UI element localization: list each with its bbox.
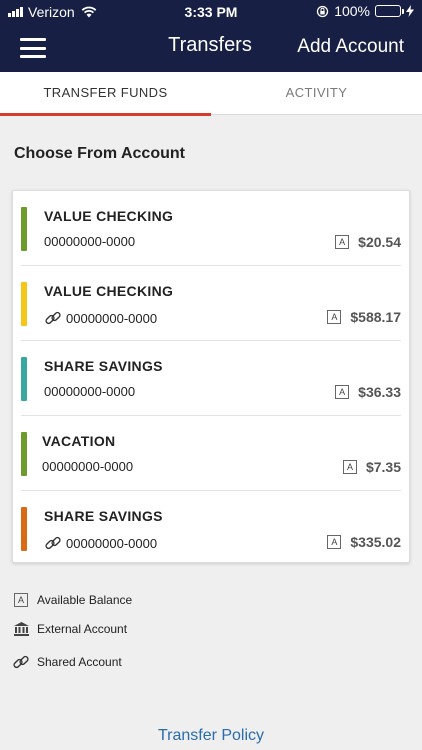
tab-transfer-funds[interactable]: TRANSFER FUNDS: [0, 72, 211, 116]
legend-available: A Available Balance: [12, 591, 132, 609]
account-number-wrap: 00000000-0000: [42, 459, 133, 474]
account-color-bar: [21, 282, 27, 326]
balance-amount: $588.17: [350, 309, 401, 325]
account-color-bar: [21, 432, 27, 476]
tab-activity[interactable]: ACTIVITY: [211, 72, 422, 115]
status-bar: Verizon 3:33 PM 100%: [0, 0, 422, 24]
available-badge-icon: A: [335, 385, 350, 399]
account-row[interactable]: SHARE SAVINGS 00000000-0000 A $335.02: [21, 491, 401, 566]
account-row[interactable]: VALUE CHECKING 00000000-0000 A $20.54: [21, 191, 401, 266]
balance-amount: $335.02: [350, 534, 401, 550]
account-name: VALUE CHECKING: [44, 283, 174, 299]
available-badge-icon: A: [327, 310, 342, 324]
available-badge-icon: A: [12, 591, 30, 609]
account-number: 00000000-0000: [66, 310, 158, 326]
account-number: 00000000-0000: [66, 535, 158, 551]
account-name: SHARE SAVINGS: [44, 508, 163, 524]
available-badge-icon: A: [342, 460, 357, 474]
account-number: 00000000-0000: [44, 234, 136, 249]
legend-available-label: Available Balance: [37, 593, 133, 607]
account-number-wrap: 00000000-0000: [44, 534, 157, 552]
battery-icon: [375, 5, 404, 17]
account-name: VALUE CHECKING: [44, 208, 174, 224]
account-list: VALUE CHECKING 00000000-0000 A $20.54 VAL…: [12, 190, 410, 563]
account-number-wrap: 00000000-0000: [44, 234, 135, 249]
account-number-wrap: 00000000-0000: [44, 309, 157, 327]
account-row[interactable]: VACATION 00000000-0000 A $7.35: [21, 416, 401, 491]
account-row[interactable]: SHARE SAVINGS 00000000-0000 A $36.33: [21, 341, 401, 416]
account-number-wrap: 00000000-0000: [44, 384, 135, 399]
account-balance: A $335.02: [327, 534, 401, 550]
link-icon: [45, 311, 61, 325]
account-balance: A $20.54: [335, 234, 401, 250]
account-number: 00000000-0000: [44, 384, 136, 399]
link-icon: [12, 653, 30, 671]
page-title: Transfers: [168, 34, 252, 56]
battery-percent: 100%: [334, 3, 370, 19]
account-color-bar: [21, 357, 27, 401]
account-color-bar: [21, 507, 27, 551]
account-name: SHARE SAVINGS: [44, 358, 163, 374]
bank-icon: [12, 620, 30, 638]
status-right: 100%: [316, 3, 414, 19]
account-balance: A $588.17: [327, 309, 401, 325]
legend-shared: Shared Account: [12, 653, 122, 671]
legend-external-label: External Account: [37, 622, 128, 636]
account-color-bar: [21, 207, 27, 251]
account-balance: A $7.35: [342, 459, 401, 475]
rotation-lock-icon: [317, 5, 329, 17]
available-badge-icon: A: [327, 535, 342, 549]
menu-icon[interactable]: [20, 38, 46, 58]
account-name: VACATION: [42, 433, 116, 449]
tab-bar: TRANSFER FUNDS ACTIVITY: [0, 72, 422, 116]
legend-external: External Account: [12, 620, 127, 638]
add-account-button[interactable]: Add Account: [297, 36, 404, 58]
account-balance: A $36.33: [335, 384, 401, 400]
available-badge-icon: A: [335, 235, 350, 249]
nav-bar: Transfers Add Account: [0, 26, 422, 70]
charging-icon: [406, 5, 414, 17]
balance-amount: $7.35: [365, 459, 401, 475]
transfer-policy-link[interactable]: Transfer Policy: [0, 727, 422, 745]
app-header: Verizon 3:33 PM 100% Transfers Add Accou…: [0, 0, 422, 72]
balance-amount: $36.33: [358, 384, 401, 400]
link-icon: [45, 536, 61, 550]
section-title: Choose From Account: [14, 145, 185, 162]
account-number: 00000000-0000: [42, 459, 134, 474]
account-row[interactable]: VALUE CHECKING 00000000-0000 A $588.17: [21, 266, 401, 341]
balance-amount: $20.54: [358, 234, 401, 250]
legend-shared-label: Shared Account: [37, 655, 122, 669]
